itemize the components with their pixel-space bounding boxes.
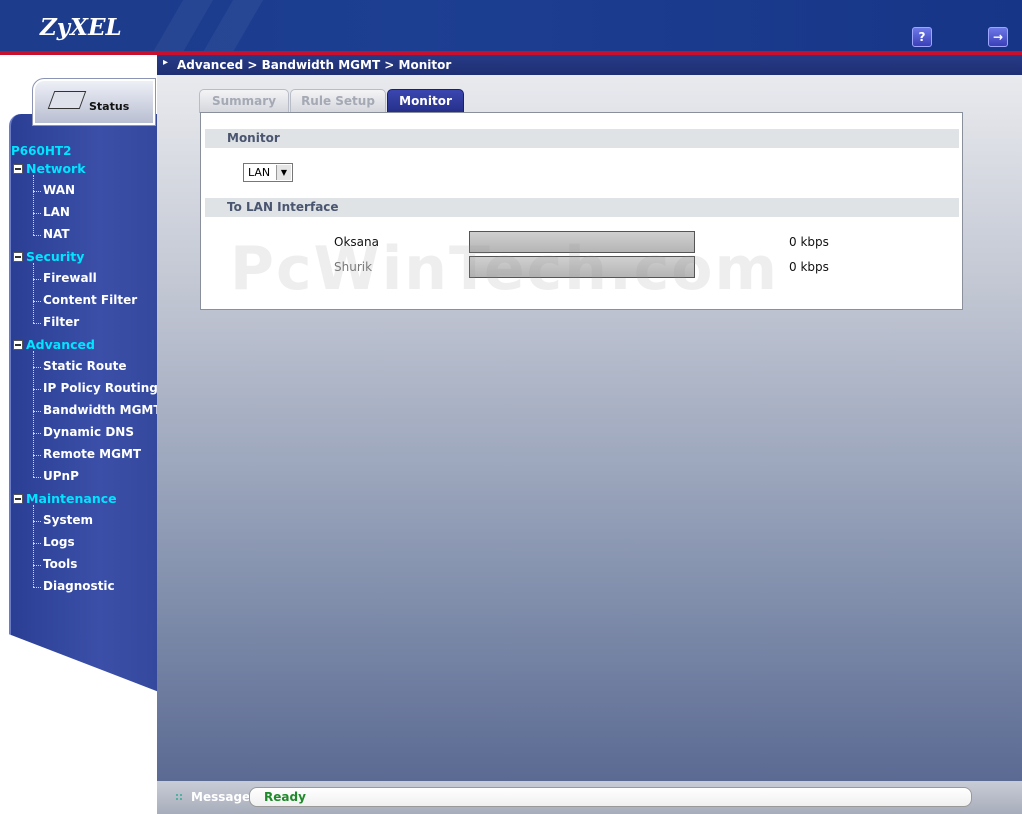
nav-section-network[interactable]: Network — [13, 161, 86, 176]
nav-section-security[interactable]: Security — [13, 249, 84, 264]
section-title: To LAN Interface — [227, 200, 339, 214]
tree-connector — [33, 455, 41, 456]
nav-section-label: Advanced — [26, 337, 95, 352]
tree-connector — [33, 433, 41, 434]
nav-item-filter[interactable]: Filter — [43, 315, 79, 329]
logout-icon[interactable]: → — [988, 27, 1008, 47]
tree-connector — [33, 411, 41, 412]
top-header: ZyXEL ? → — [0, 0, 1022, 52]
interface-section-header: To LAN Interface — [205, 198, 959, 217]
nav-section-advanced[interactable]: Advanced — [13, 337, 95, 352]
message-text: Ready — [264, 790, 306, 804]
interface-select[interactable]: LAN ▼ — [243, 163, 293, 182]
tree-connector — [33, 565, 41, 566]
logo-area: ZyXEL — [0, 0, 170, 52]
tree-connector — [33, 263, 34, 323]
tree-connector — [33, 389, 41, 390]
nav-item-remote-mgmt[interactable]: Remote MGMT — [43, 447, 141, 461]
status-bar: Message Ready — [157, 781, 1022, 814]
nav-item-tools[interactable]: Tools — [43, 557, 77, 571]
tree-connector — [33, 543, 41, 544]
router-icon — [47, 91, 87, 109]
nav-item-ip-policy-routing[interactable]: IP Policy Routing — [43, 381, 158, 395]
tab-rule-setup[interactable]: Rule Setup — [290, 89, 386, 113]
help-icon[interactable]: ? — [912, 27, 932, 47]
tree-connector — [33, 301, 41, 302]
nav-item-content-filter[interactable]: Content Filter — [43, 293, 137, 307]
collapse-icon[interactable] — [13, 251, 23, 262]
host-name: Oksana — [334, 235, 379, 249]
tab-summary[interactable]: Summary — [199, 89, 289, 113]
nav-section-maintenance[interactable]: Maintenance — [13, 491, 117, 506]
tree-connector — [33, 279, 41, 280]
bandwidth-rate: 0 kbps — [789, 260, 829, 274]
breadcrumb-arrow-icon: ▸ — [163, 57, 169, 68]
nav-item-diagnostic[interactable]: Diagnostic — [43, 579, 115, 593]
tab-label: Monitor — [399, 94, 452, 108]
message-label: Message — [191, 790, 251, 804]
bandwidth-rate: 0 kbps — [789, 235, 829, 249]
nav-item-system[interactable]: System — [43, 513, 93, 527]
nav-item-static-route[interactable]: Static Route — [43, 359, 127, 373]
nav-item-dynamic-dns[interactable]: Dynamic DNS — [43, 425, 134, 439]
bandwidth-bar — [469, 256, 695, 278]
tree-connector — [33, 213, 41, 214]
message-box: Ready — [249, 787, 972, 807]
nav-item-logs[interactable]: Logs — [43, 535, 75, 549]
tree-connector — [33, 175, 34, 235]
collapse-icon[interactable] — [13, 493, 23, 504]
status-label: Status — [89, 100, 130, 113]
model-name: P660HT2 — [11, 144, 72, 158]
dropdown-arrow-icon: ▼ — [276, 165, 291, 180]
tree-connector — [33, 505, 34, 587]
nav-item-bandwidth-mgmt[interactable]: Bandwidth MGMT — [43, 403, 162, 417]
tab-label: Rule Setup — [301, 94, 375, 108]
nav-item-lan[interactable]: LAN — [43, 205, 70, 219]
message-icon — [175, 793, 184, 802]
tab-label: Summary — [211, 94, 277, 108]
interface-select-value: LAN — [248, 166, 271, 179]
collapse-icon[interactable] — [13, 339, 23, 350]
tree-connector — [33, 351, 34, 477]
tab-monitor[interactable]: Monitor — [387, 89, 464, 113]
section-title: Monitor — [227, 131, 280, 145]
breadcrumb-text: Advanced > Bandwidth MGMT > Monitor — [177, 58, 452, 72]
tree-connector — [33, 235, 41, 236]
zyxel-logo: ZyXEL — [40, 14, 122, 41]
tree-connector — [33, 191, 41, 192]
status-tab[interactable]: Status — [32, 78, 156, 126]
nav-section-label: Maintenance — [26, 491, 117, 506]
nav-item-wan[interactable]: WAN — [43, 183, 75, 197]
nav-section-label: Security — [26, 249, 85, 264]
monitor-section-header: Monitor — [205, 129, 959, 148]
tree-connector — [33, 477, 41, 478]
nav-section-label: Network — [26, 161, 86, 176]
tree-connector — [33, 323, 41, 324]
collapse-icon[interactable] — [13, 163, 23, 174]
host-name: Shurik — [334, 260, 373, 274]
tree-connector — [33, 521, 41, 522]
breadcrumb: ▸ Advanced > Bandwidth MGMT > Monitor — [157, 55, 1022, 75]
nav-item-nat[interactable]: NAT — [43, 227, 70, 241]
nav-item-firewall[interactable]: Firewall — [43, 271, 97, 285]
nav-item-upnp[interactable]: UPnP — [43, 469, 79, 483]
bandwidth-bar — [469, 231, 695, 253]
monitor-panel: Monitor LAN ▼ To LAN Interface Oksana 0 … — [200, 112, 963, 310]
tree-connector — [33, 367, 41, 368]
tree-connector — [33, 587, 41, 588]
